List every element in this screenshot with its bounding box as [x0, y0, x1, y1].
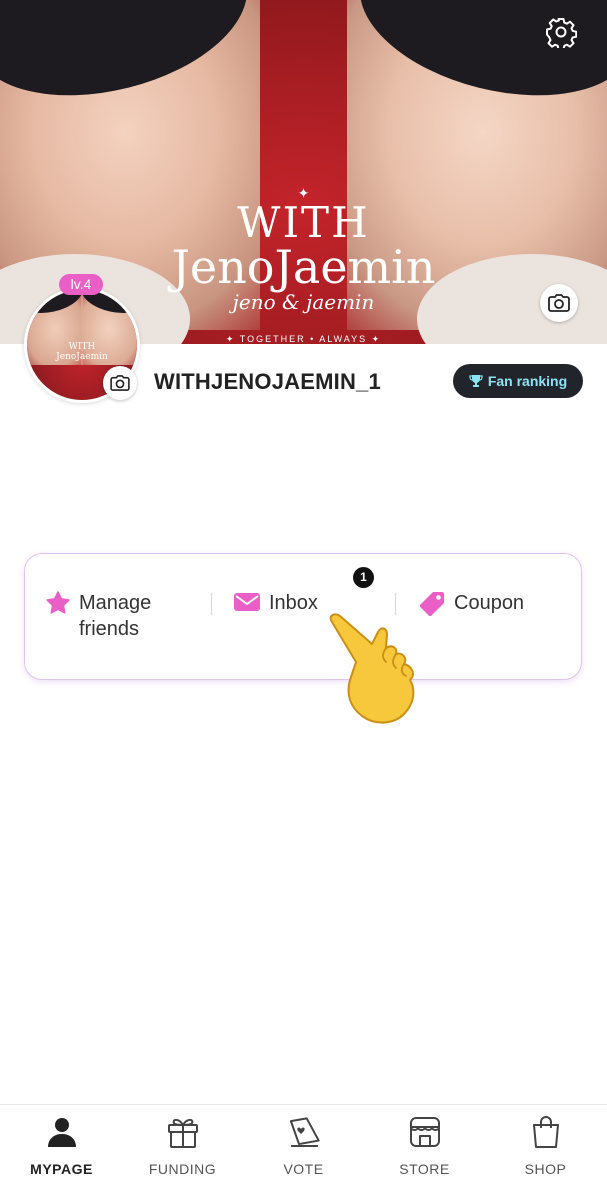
username: WITHJENOJAEMIN_1: [154, 369, 381, 394]
inbox-notification-badge: 1: [353, 567, 374, 588]
nav-shop[interactable]: SHOP: [485, 1105, 606, 1200]
manage-friends-label: Manage friends: [79, 592, 152, 640]
nav-store-label: STORE: [399, 1161, 450, 1177]
envelope-icon: [234, 593, 260, 611]
avatar-art-text: WITH JenoJaemin: [56, 342, 108, 362]
settings-gear-icon[interactable]: [545, 16, 578, 51]
inbox-label: Inbox: [269, 592, 318, 614]
gift-icon: [168, 1118, 198, 1148]
pointing-hand-icon: [329, 613, 415, 724]
bottom-navigation: MYPAGE FUNDING VOTE STORE SHOP: [0, 1104, 607, 1200]
inbox-button[interactable]: Inbox: [233, 590, 318, 616]
shopping-bag-icon: [533, 1116, 559, 1148]
nav-funding-label: FUNDING: [148, 1161, 217, 1177]
nav-vote[interactable]: VOTE: [243, 1105, 364, 1200]
fan-ranking-label: Fan ranking: [487, 373, 568, 389]
divider: [211, 593, 212, 615]
camera-icon: [110, 375, 130, 391]
camera-icon: [548, 294, 570, 312]
cover-camera-button[interactable]: [540, 284, 578, 322]
quick-menu-card: Manage friends Inbox Coupon: [24, 553, 582, 680]
fan-ranking-button[interactable]: Fan ranking: [453, 364, 583, 398]
storefront-icon: [410, 1117, 440, 1147]
nav-mypage[interactable]: MYPAGE: [1, 1105, 122, 1200]
avatar-camera-button[interactable]: [103, 366, 137, 400]
nav-shop-label: SHOP: [524, 1161, 567, 1177]
nav-mypage-label: MYPAGE: [30, 1161, 93, 1177]
level-badge: lv.4: [59, 274, 103, 295]
nav-store[interactable]: STORE: [364, 1105, 485, 1200]
coupon-button[interactable]: Coupon: [418, 590, 524, 618]
nav-funding[interactable]: FUNDING: [122, 1105, 243, 1200]
coupon-label: Coupon: [454, 592, 525, 614]
star-icon: [46, 591, 70, 614]
nav-vote-label: VOTE: [283, 1161, 324, 1177]
manage-friends-button[interactable]: Manage friends: [45, 590, 171, 642]
person-icon: [48, 1118, 76, 1147]
ballot-icon: [289, 1117, 320, 1147]
trophy-icon: [469, 375, 483, 387]
tag-icon: [419, 592, 444, 617]
